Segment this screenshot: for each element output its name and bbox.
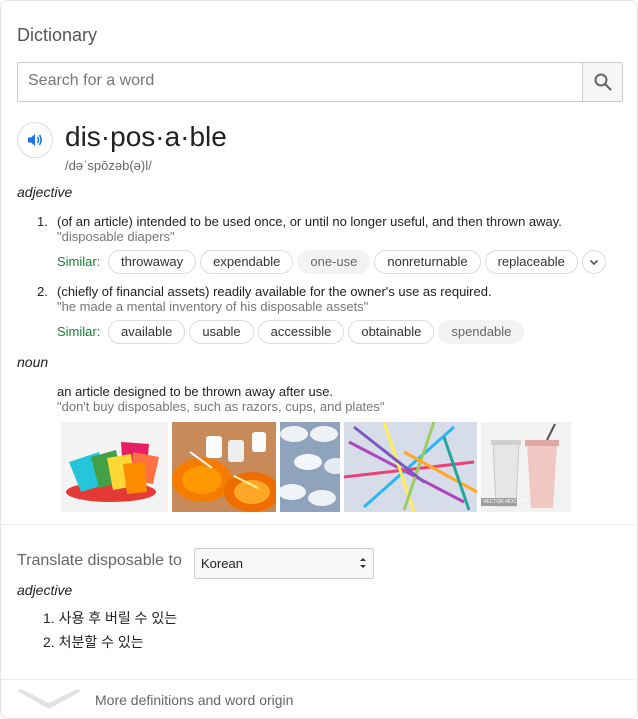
section-divider bbox=[1, 524, 637, 525]
more-definitions-link[interactable]: More definitions and word origin bbox=[95, 692, 293, 708]
speaker-icon bbox=[28, 134, 42, 146]
sense-definition: (of an article) intended to be used once… bbox=[57, 214, 562, 229]
white-cups-picture bbox=[280, 422, 340, 512]
pos-adjective: adjective bbox=[17, 184, 73, 200]
sense-number: 2. bbox=[37, 284, 48, 299]
similar-chip[interactable]: nonreturnable bbox=[374, 250, 481, 274]
sense-example: "disposable diapers" bbox=[57, 229, 175, 244]
translate-label: Translate disposable to bbox=[17, 552, 182, 569]
panel-title: Dictionary bbox=[17, 25, 98, 45]
image-plastic-cups[interactable] bbox=[61, 422, 168, 512]
image-cup-mockup[interactable]: VECTOR MOCKUP bbox=[481, 422, 571, 512]
search-box bbox=[17, 62, 623, 102]
similar-chip[interactable]: accessible bbox=[257, 320, 345, 344]
plates-picture bbox=[172, 422, 276, 512]
image-straws[interactable] bbox=[344, 422, 477, 512]
dictionary-card: Dictionary dis·pos·a·ble /dəˈspōzəb(ə)l/… bbox=[0, 0, 638, 719]
similar-chips: throwaway expendable one-use nonreturnab… bbox=[108, 250, 578, 274]
straws-picture bbox=[344, 422, 477, 512]
footer-divider bbox=[1, 679, 637, 680]
sense-definition: (chiefly of financial assets) readily av… bbox=[57, 284, 492, 299]
select-arrows-icon bbox=[360, 558, 366, 568]
pronunciation-audio-button[interactable] bbox=[17, 122, 53, 158]
sense-number: 1. bbox=[37, 214, 48, 229]
similar-chip[interactable]: replaceable bbox=[484, 250, 578, 274]
sense-example: "he made a mental inventory of his dispo… bbox=[57, 299, 369, 314]
image-white-cups[interactable] bbox=[280, 422, 340, 512]
translate-pos: adjective bbox=[17, 582, 73, 598]
similar-label: Similar: bbox=[57, 254, 101, 269]
similar-chip[interactable]: throwaway bbox=[108, 250, 197, 274]
translation-item: 1. 사용 후 버릴 수 있는 bbox=[43, 610, 178, 626]
language-select-value: Korean bbox=[201, 556, 243, 571]
similar-chip[interactable]: expendable bbox=[200, 250, 294, 274]
image-orange-plates[interactable] bbox=[172, 422, 276, 512]
similar-chip[interactable]: one-use bbox=[297, 250, 371, 274]
image-watermark: VECTOR MOCKUP bbox=[483, 499, 528, 505]
headword: dis·pos·a·ble bbox=[65, 121, 227, 152]
phonetic: /dəˈspōzəb(ə)l/ bbox=[65, 158, 152, 173]
similar-chip[interactable]: available bbox=[108, 320, 186, 344]
cups-picture bbox=[61, 422, 168, 512]
similar-chip[interactable]: usable bbox=[189, 320, 254, 344]
similar-label: Similar: bbox=[57, 324, 101, 339]
language-select[interactable]: Korean bbox=[194, 548, 374, 579]
similar-chips: available usable accessible obtainable s… bbox=[108, 320, 525, 344]
noun-definition: an article designed to be thrown away af… bbox=[57, 384, 334, 399]
expand-similar-button[interactable] bbox=[582, 250, 606, 274]
chevron-down-icon[interactable] bbox=[17, 689, 81, 711]
search-button[interactable] bbox=[582, 63, 622, 101]
translation-item: 2. 처분할 수 있는 bbox=[43, 634, 144, 650]
search-input[interactable] bbox=[26, 71, 570, 91]
chevron-down-icon bbox=[589, 259, 599, 266]
similar-chip[interactable]: obtainable bbox=[348, 320, 435, 344]
search-icon bbox=[594, 73, 612, 91]
pos-noun: noun bbox=[17, 354, 49, 370]
similar-chip[interactable]: spendable bbox=[438, 320, 525, 344]
noun-example: "don't buy disposables, such as razors, … bbox=[57, 399, 385, 414]
